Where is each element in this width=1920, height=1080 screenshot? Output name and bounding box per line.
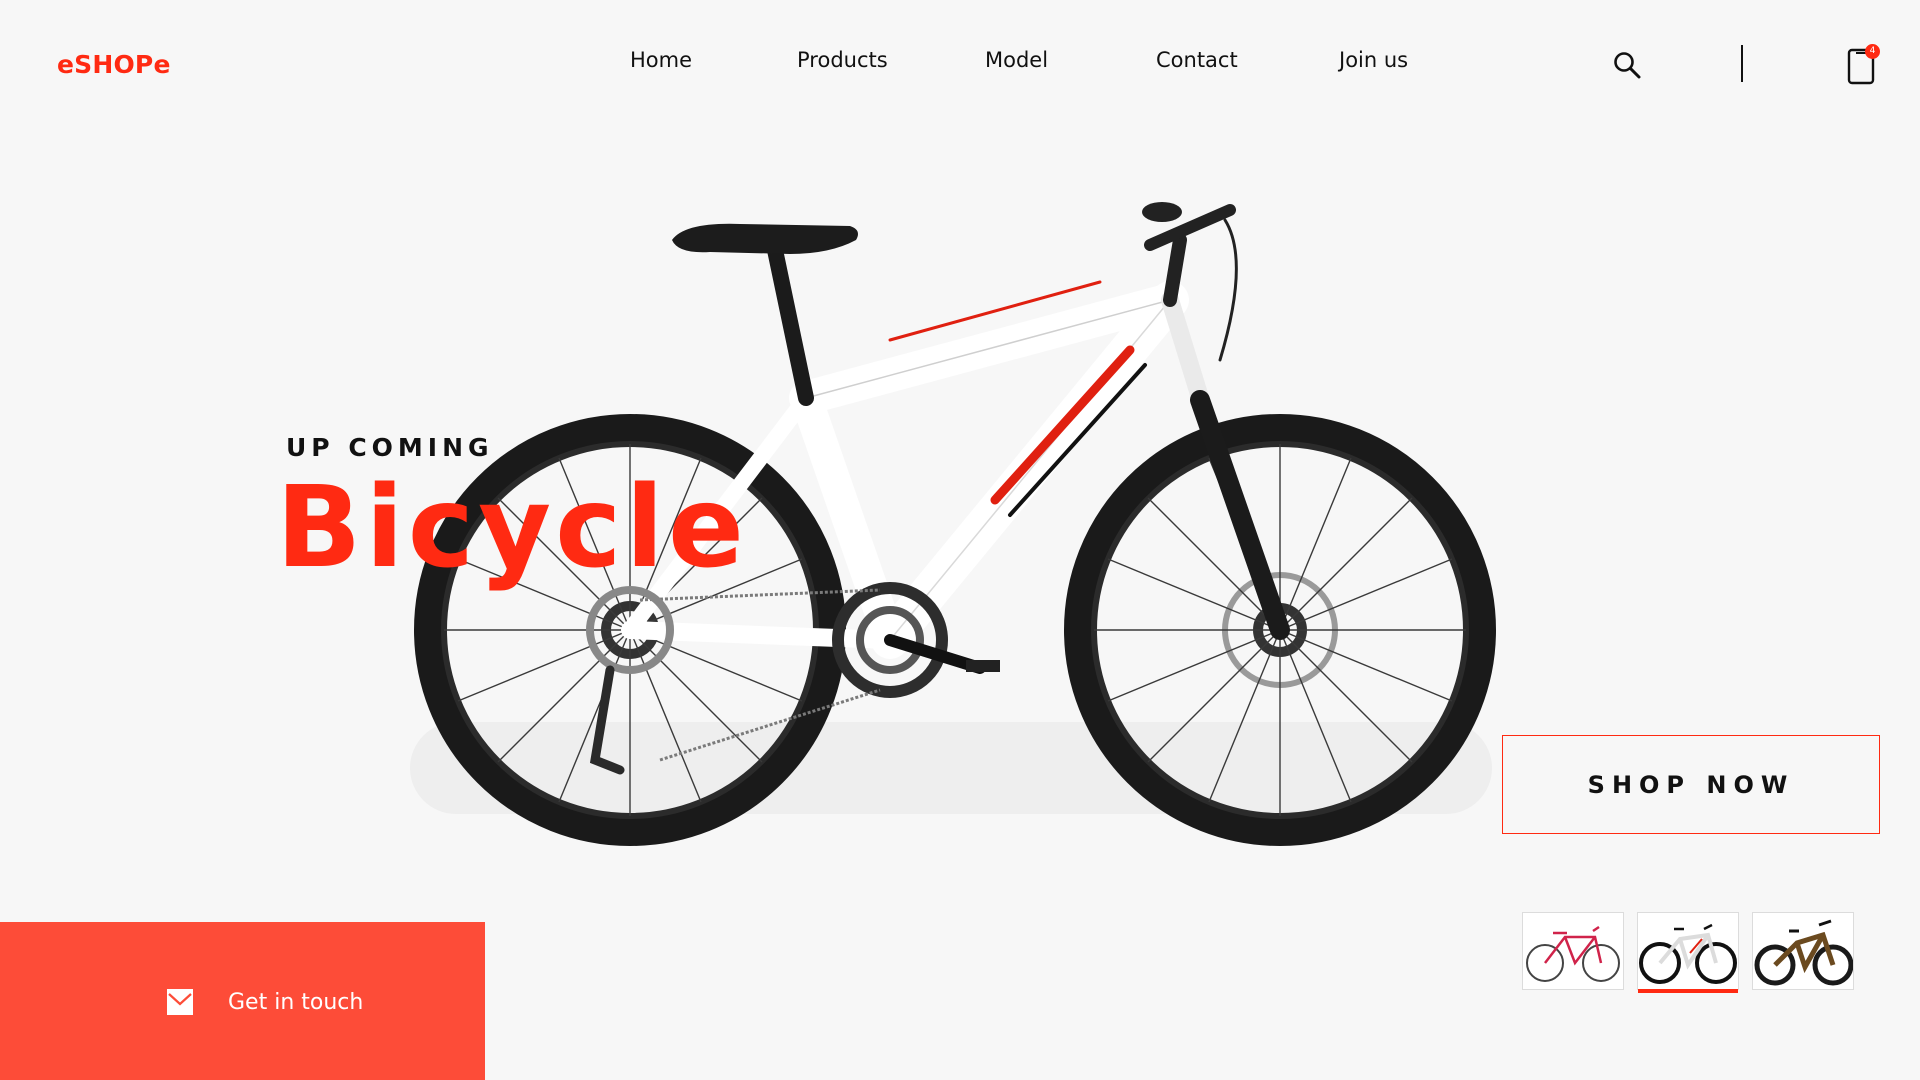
search-icon[interactable] [1612,50,1642,80]
nav-home[interactable]: Home [630,48,692,72]
thumbnail-mountain-bike-white[interactable] [1637,912,1739,993]
get-in-touch-label: Get in touch [228,990,364,1015]
nav-products[interactable]: Products [797,48,888,72]
cart-count-badge: 4 [1865,44,1880,59]
nav-join-us[interactable]: Join us [1339,48,1408,72]
hero-title: Bicycle [276,463,748,593]
header-divider [1741,45,1743,82]
thumbnail-downhill-bike[interactable] [1752,912,1854,990]
mail-icon [167,989,193,1015]
nav-contact[interactable]: Contact [1156,48,1238,72]
hero-eyebrow: UP COMING [286,433,494,462]
thumbnail-road-bike[interactable] [1522,912,1624,990]
nav-model[interactable]: Model [985,48,1048,72]
seat [672,223,858,406]
product-thumbnails [0,912,1920,993]
shop-now-button[interactable]: SHOP NOW [1502,735,1880,834]
